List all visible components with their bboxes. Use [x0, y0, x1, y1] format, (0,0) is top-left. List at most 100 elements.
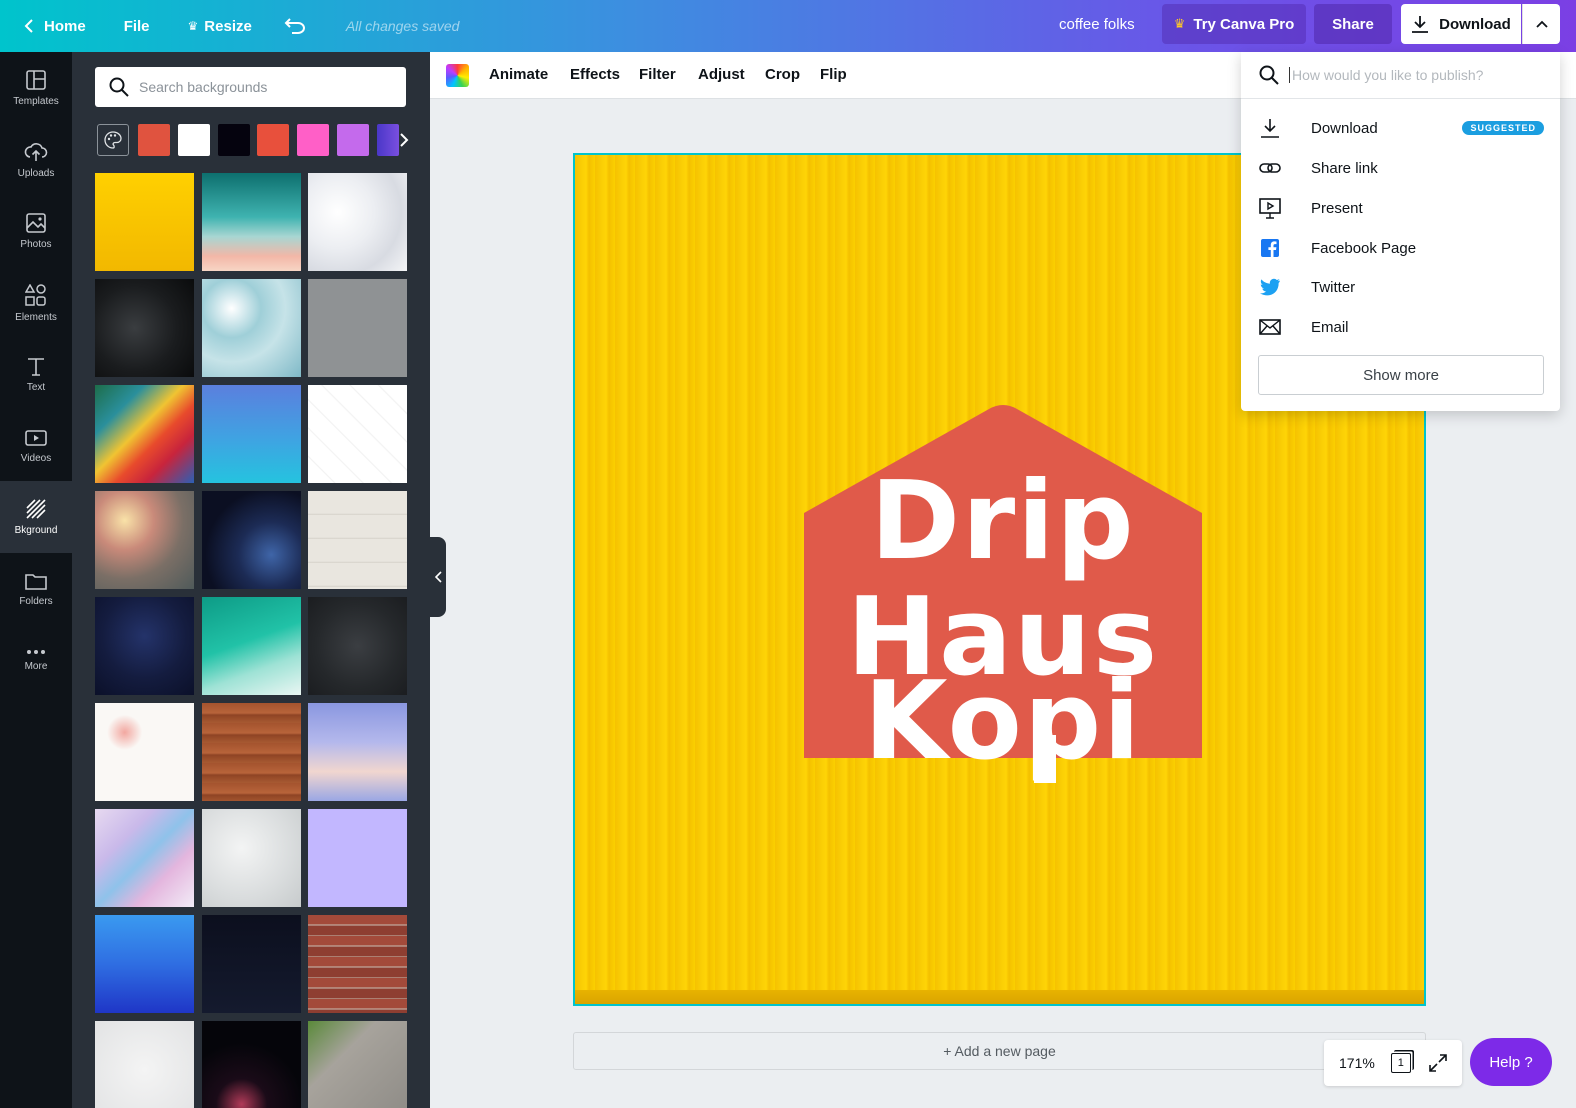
- color-swatch[interactable]: [257, 124, 289, 156]
- publish-option-label: Facebook Page: [1311, 239, 1417, 257]
- background-thumbnail[interactable]: [308, 1021, 407, 1108]
- rail-item-videos[interactable]: Videos: [0, 410, 72, 482]
- palette-icon: [104, 131, 122, 149]
- file-label: File: [123, 17, 150, 35]
- rail-item-background[interactable]: Bkground: [0, 481, 72, 553]
- background-thumbnail[interactable]: [202, 915, 301, 1013]
- present-icon: [1259, 197, 1281, 219]
- download-button[interactable]: Download: [1401, 4, 1521, 44]
- color-swatch-row: [97, 124, 408, 156]
- design-title[interactable]: coffee folks: [1059, 16, 1135, 33]
- color-swatch[interactable]: [337, 124, 369, 156]
- background-thumbnail[interactable]: [95, 491, 194, 589]
- background-thumbnail[interactable]: [308, 703, 407, 801]
- chevron-up-icon: [1535, 20, 1548, 28]
- background-thumbnail[interactable]: [308, 597, 407, 695]
- background-thumbnail[interactable]: [308, 279, 407, 377]
- background-thumbnail[interactable]: [95, 703, 194, 801]
- adjust-button[interactable]: Adjust: [698, 66, 745, 83]
- publish-option-label: Present: [1311, 199, 1363, 217]
- resize-button[interactable]: ♛ Resize: [176, 0, 264, 52]
- background-thumbnail[interactable]: [308, 173, 407, 271]
- color-swatch[interactable]: [138, 124, 170, 156]
- show-more-button[interactable]: Show more: [1258, 355, 1544, 395]
- zoom-level[interactable]: 171%: [1339, 1055, 1375, 1071]
- background-thumbnail[interactable]: [95, 173, 194, 271]
- chevron-left-icon: [434, 571, 442, 583]
- rail-item-templates[interactable]: Templates: [0, 52, 72, 124]
- undo-button[interactable]: [272, 0, 326, 52]
- help-button[interactable]: Help ?: [1470, 1038, 1552, 1086]
- background-search[interactable]: [95, 67, 406, 107]
- color-palette-button[interactable]: [97, 124, 129, 156]
- fullscreen-icon[interactable]: [1429, 1054, 1447, 1072]
- home-button[interactable]: Home: [12, 0, 98, 52]
- publish-option-present[interactable]: Present: [1241, 188, 1560, 228]
- publish-search-input[interactable]: [1289, 67, 1549, 83]
- background-search-input[interactable]: [139, 79, 389, 95]
- add-page-button[interactable]: + Add a new page: [573, 1032, 1426, 1070]
- rail-label: Templates: [13, 95, 59, 107]
- color-picker-icon[interactable]: [446, 64, 469, 87]
- publish-option-share-link[interactable]: Share link: [1241, 148, 1560, 188]
- drip-haus-logo[interactable]: Drip Haus Kopi: [804, 405, 1202, 785]
- collapse-panel-button[interactable]: [430, 537, 446, 617]
- color-swatch[interactable]: [178, 124, 210, 156]
- color-swatch[interactable]: [218, 124, 250, 156]
- try-pro-button[interactable]: ♛ Try Canva Pro: [1162, 4, 1306, 44]
- chevron-right-icon: [399, 133, 408, 147]
- swatch-scroll-next[interactable]: [395, 124, 413, 156]
- download-icon: [1412, 16, 1429, 33]
- rail-label: Bkground: [14, 524, 58, 536]
- background-thumbnail[interactable]: [202, 385, 301, 483]
- publish-search[interactable]: [1241, 52, 1560, 99]
- publish-option-facebook[interactable]: Facebook Page: [1241, 228, 1560, 268]
- rail-label: Photos: [20, 238, 52, 250]
- photo-icon: [26, 212, 46, 233]
- background-thumbnail[interactable]: [202, 173, 301, 271]
- share-button[interactable]: Share: [1314, 4, 1392, 44]
- background-thumbnail[interactable]: [95, 1021, 194, 1108]
- background-thumbnail[interactable]: [95, 915, 194, 1013]
- background-thumbnail[interactable]: [308, 491, 407, 589]
- animate-button[interactable]: Animate: [489, 66, 548, 83]
- download-options-toggle[interactable]: [1522, 4, 1560, 44]
- background-thumbnail[interactable]: [202, 703, 301, 801]
- background-thumbnail[interactable]: [95, 385, 194, 483]
- rail-label: More: [24, 660, 48, 672]
- file-menu-button[interactable]: File: [112, 0, 162, 52]
- flip-button[interactable]: Flip: [820, 66, 847, 83]
- rail-label: Videos: [20, 452, 52, 464]
- background-thumbnail[interactable]: [202, 491, 301, 589]
- rail-item-elements[interactable]: Elements: [0, 267, 72, 339]
- background-thumbnail[interactable]: [202, 809, 301, 907]
- rail-item-more[interactable]: More: [0, 624, 72, 696]
- background-thumbnail[interactable]: [308, 385, 407, 483]
- rail-item-photos[interactable]: Photos: [0, 195, 72, 267]
- rail-item-text[interactable]: Text: [0, 338, 72, 410]
- rail-item-uploads[interactable]: Uploads: [0, 124, 72, 196]
- color-swatch[interactable]: [297, 124, 329, 156]
- background-thumbnail[interactable]: [202, 597, 301, 695]
- effects-button[interactable]: Effects: [570, 66, 620, 83]
- page-number-icon[interactable]: 1: [1390, 1053, 1411, 1073]
- save-status: All changes saved: [345, 18, 460, 34]
- background-thumbnail[interactable]: [95, 809, 194, 907]
- background-thumbnail[interactable]: [95, 279, 194, 377]
- publish-option-download[interactable]: Download SUGGESTED: [1241, 108, 1560, 148]
- publish-dropdown: Download SUGGESTED Share link Present Fa…: [1241, 52, 1560, 411]
- filter-button[interactable]: Filter: [639, 66, 676, 83]
- publish-option-twitter[interactable]: Twitter: [1241, 267, 1560, 307]
- zoom-controls: 171% 1: [1324, 1040, 1462, 1086]
- background-thumbnail[interactable]: [308, 915, 407, 1013]
- background-thumbnail[interactable]: [202, 279, 301, 377]
- crop-button[interactable]: Crop: [765, 66, 800, 83]
- undo-icon: [284, 18, 305, 34]
- twitter-icon: [1259, 276, 1281, 298]
- publish-option-email[interactable]: Email: [1241, 307, 1560, 347]
- background-thumbnail[interactable]: [202, 1021, 301, 1108]
- background-thumbnail[interactable]: [308, 809, 407, 907]
- rail-item-folders[interactable]: Folders: [0, 553, 72, 625]
- text-icon: [28, 357, 44, 376]
- background-thumbnail[interactable]: [95, 597, 194, 695]
